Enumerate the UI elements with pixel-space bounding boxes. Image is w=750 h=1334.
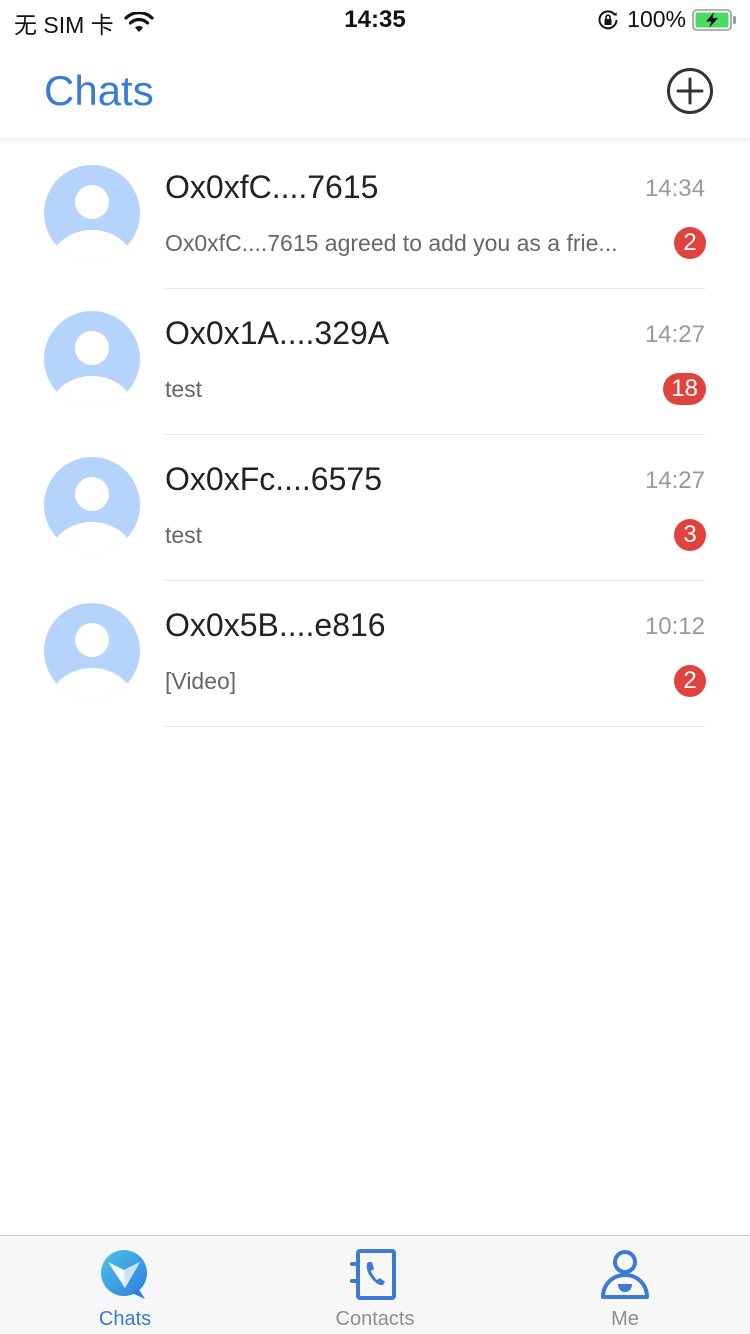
unread-badge: 2 <box>674 665 706 697</box>
tab-label: Contacts <box>335 1308 415 1330</box>
chat-name: Ox0xFc....6575 <box>165 461 382 497</box>
divider <box>165 726 705 727</box>
chat-preview: Ox0xfC....7615 agreed to add you as a fr… <box>165 230 618 256</box>
chat-time: 14:27 <box>644 467 705 494</box>
chat-list-item[interactable]: Ox0x5B....e816 10:12 [Video] 2 <box>0 581 750 727</box>
chat-time: 10:12 <box>644 613 705 640</box>
unread-badge: 3 <box>674 519 706 551</box>
header: Chats <box>0 40 750 140</box>
tab-chats[interactable]: Chats <box>0 1236 250 1334</box>
chat-preview: [Video] <box>165 668 237 694</box>
status-right: 100% <box>597 6 738 33</box>
tab-contacts[interactable]: Contacts <box>250 1236 500 1334</box>
page-title: Chats <box>44 67 154 114</box>
tab-label: Me <box>611 1308 639 1330</box>
chat-time: 14:34 <box>644 175 705 202</box>
contacts-book-icon <box>350 1249 396 1300</box>
battery-percent: 100% <box>627 6 686 32</box>
rotation-lock-icon <box>598 9 618 29</box>
avatar-placeholder-icon <box>44 311 140 407</box>
plus-circle-icon <box>667 68 713 114</box>
unread-badge: 2 <box>674 227 706 259</box>
chat-list-item[interactable]: Ox0xFc....6575 14:27 test 3 <box>0 435 750 581</box>
status-bar: 无 SIM 卡 14:35 100% <box>0 0 750 40</box>
chat-preview: test <box>165 522 203 548</box>
chat-name: Ox0x5B....e816 <box>165 607 386 643</box>
avatar-placeholder-icon <box>44 457 140 553</box>
tab-label: Chats <box>98 1308 152 1330</box>
chat-list: Ox0xfC....7615 14:34 Ox0xfC....7615 agre… <box>0 143 750 727</box>
chat-list-item[interactable]: Ox0xfC....7615 14:34 Ox0xfC....7615 agre… <box>0 143 750 289</box>
chat-list-item[interactable]: Ox0x1A....329A 14:27 test 18 <box>0 289 750 435</box>
avatar-placeholder-icon <box>44 165 140 261</box>
tab-me[interactable]: Me <box>500 1236 750 1334</box>
person-icon <box>601 1250 649 1299</box>
chat-bubble-icon <box>101 1250 147 1299</box>
add-button[interactable] <box>666 67 714 115</box>
avatar-placeholder-icon <box>44 603 140 699</box>
chat-preview: test <box>165 376 203 402</box>
tab-bar: Chats Contacts Me <box>0 1235 750 1334</box>
chat-time: 14:27 <box>644 321 705 348</box>
unread-badge: 18 <box>663 373 706 405</box>
battery-charging-icon <box>692 8 736 31</box>
chat-name: Ox0x1A....329A <box>165 315 390 351</box>
chat-name: Ox0xfC....7615 <box>165 169 379 205</box>
